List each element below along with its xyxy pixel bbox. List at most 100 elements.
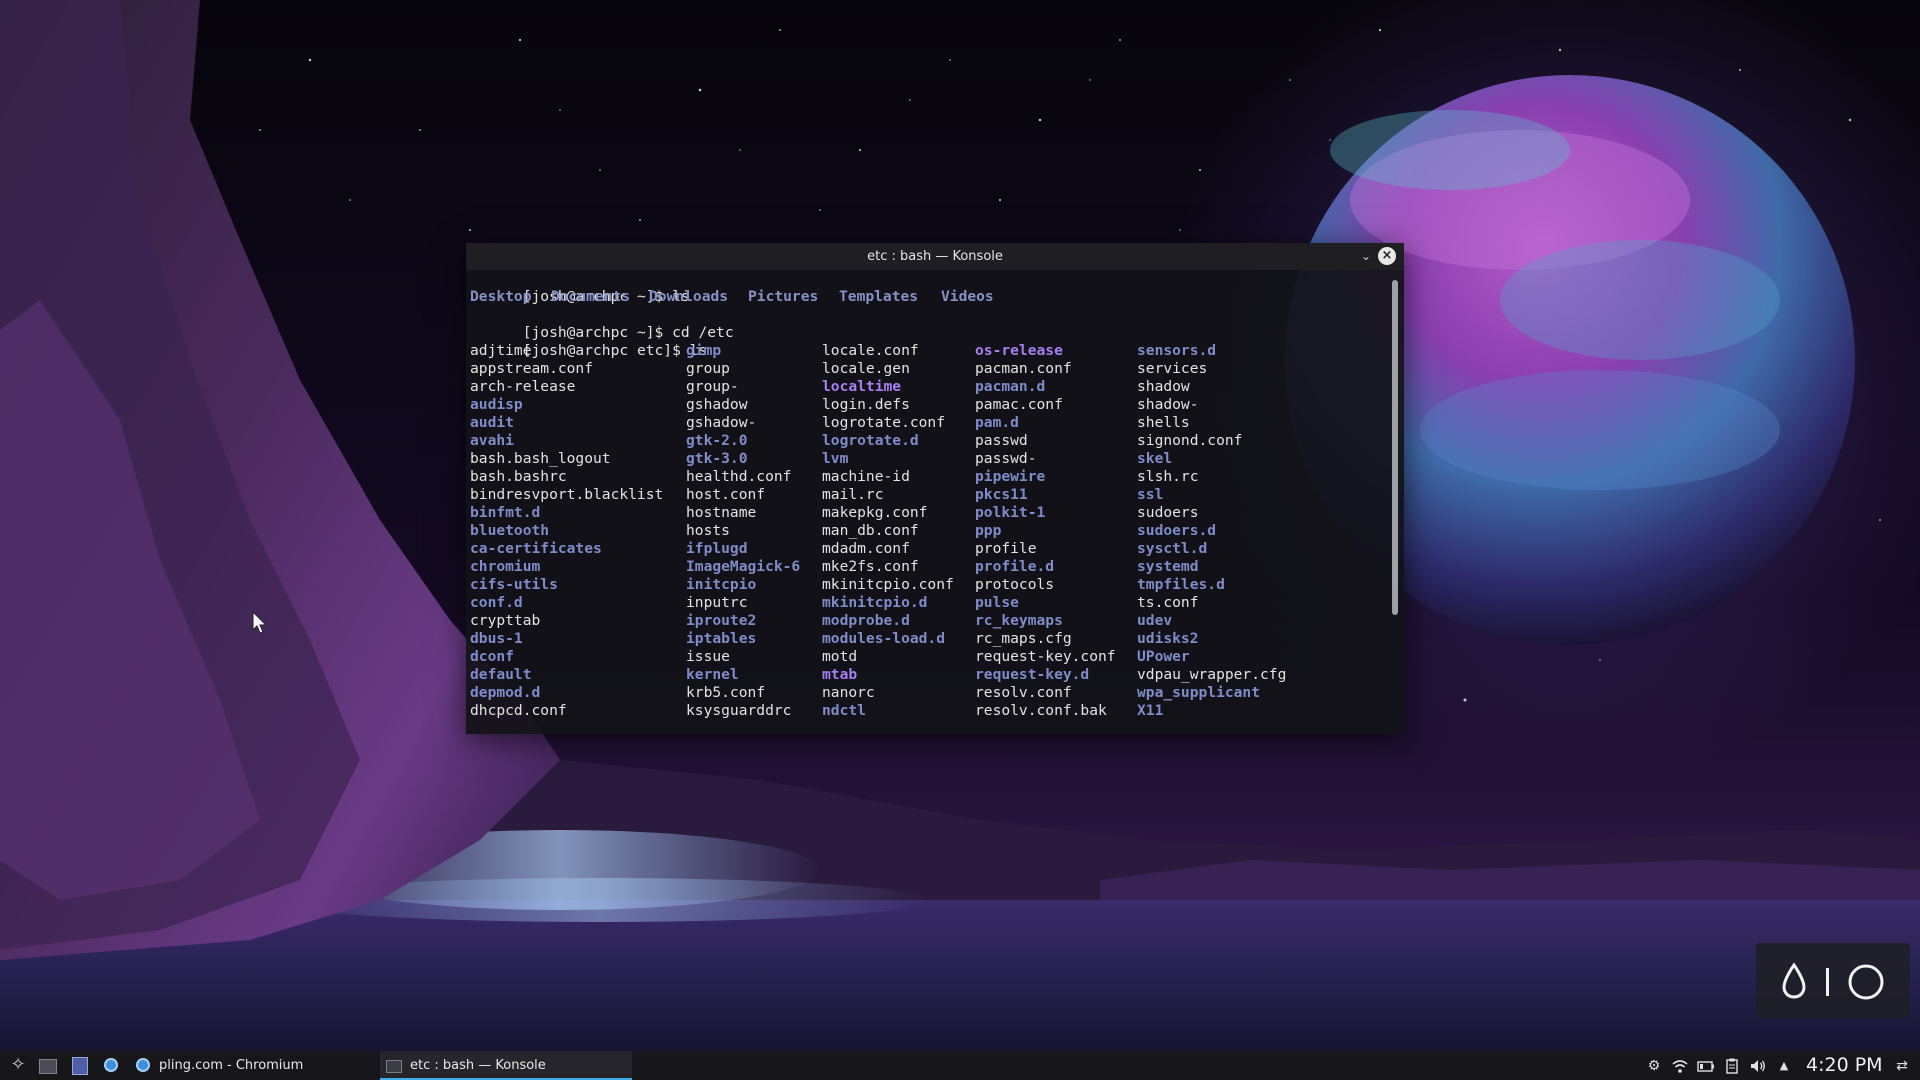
terminal-line: [josh@archpc ~]$ cd /etc bbox=[470, 306, 734, 341]
chevron-down-icon[interactable]: ⌄ bbox=[1358, 248, 1374, 264]
ls-file-entry: passwd bbox=[975, 432, 1028, 449]
ls-file-entry: healthd.conf bbox=[686, 468, 792, 485]
ls-dir-entry: X11 bbox=[1137, 702, 1164, 719]
ls-file-entry: services bbox=[1137, 360, 1208, 377]
ls-file-entry: adjtime bbox=[470, 342, 532, 359]
scrollbar-thumb[interactable] bbox=[1392, 280, 1398, 615]
ls-dir-entry: gimp bbox=[686, 342, 722, 359]
terminal-output[interactable]: [josh@archpc ~]$ ls Desktop Documents Down… bbox=[470, 270, 1388, 730]
ls-file-entry: appstream.conf bbox=[470, 360, 594, 377]
ls-file-entry: ts.conf bbox=[1137, 594, 1199, 611]
ls-dir-entry: gtk-3.0 bbox=[686, 450, 748, 467]
ls-file-entry: shadow bbox=[1137, 378, 1190, 395]
window-title: etc : bash — Konsole bbox=[867, 249, 1003, 264]
ls-dir-entry: ImageMagick-6 bbox=[686, 558, 801, 575]
application-launcher[interactable]: ✧ bbox=[4, 1051, 30, 1080]
window-titlebar[interactable]: etc : bash — Konsole ⌄ × bbox=[466, 243, 1404, 270]
ls-link-entry: localtime bbox=[822, 378, 902, 395]
ls-dir-entry: skel bbox=[1137, 450, 1173, 467]
terminal-icon bbox=[39, 1059, 57, 1074]
ls-dir-entry: conf.d bbox=[470, 594, 523, 611]
ls-file-entry: group bbox=[686, 360, 730, 377]
ls-file-entry: resolv.conf bbox=[975, 684, 1072, 701]
ls-file-entry: machine-id bbox=[822, 468, 910, 485]
ls-file-entry: request-key.conf bbox=[975, 648, 1116, 665]
ls-dir-entry: logrotate.d bbox=[822, 432, 919, 449]
ls-file-entry: hostname bbox=[686, 504, 757, 521]
ls-file-entry: mail.rc bbox=[822, 486, 884, 503]
kde-launcher-icon: ✧ bbox=[10, 1054, 26, 1075]
clipboard-icon[interactable] bbox=[1723, 1057, 1741, 1075]
ls-file-entry: gshadow bbox=[686, 396, 748, 413]
quicklaunch-terminal[interactable] bbox=[34, 1051, 60, 1080]
task-label: etc : bash — Konsole bbox=[410, 1058, 546, 1073]
quicklaunch-file-manager[interactable] bbox=[66, 1051, 92, 1080]
ls-file-entry: man_db.conf bbox=[822, 522, 919, 539]
ls-dir-entry: modprobe.d bbox=[822, 612, 910, 629]
ls-file-entry: mke2fs.conf bbox=[822, 558, 919, 575]
ls-file-entry: resolv.conf.bak bbox=[975, 702, 1107, 719]
ls-file-entry: bindresvport.blacklist bbox=[470, 486, 664, 503]
close-icon[interactable]: × bbox=[1378, 247, 1396, 265]
ls-dir-entry: binfmt.d bbox=[470, 504, 541, 521]
ls-file-entry: bash.bashrc bbox=[470, 468, 567, 485]
ls-dir-entry: pipewire bbox=[975, 468, 1046, 485]
ls-file-entry: locale.conf bbox=[822, 342, 919, 359]
ls-dir-entry: dconf bbox=[470, 648, 514, 665]
settings-icon[interactable]: ⚙ bbox=[1645, 1057, 1663, 1075]
ls-file-entry: host.conf bbox=[686, 486, 766, 503]
task-konsole[interactable]: etc : bash — Konsole bbox=[380, 1051, 632, 1080]
ls-file-entry: signond.conf bbox=[1137, 432, 1243, 449]
ls-file-entry: crypttab bbox=[470, 612, 541, 629]
circle-icon bbox=[1848, 964, 1884, 1000]
ls-dir-entry: avahi bbox=[470, 432, 514, 449]
digital-clock[interactable]: 4:20 PM bbox=[1806, 1051, 1883, 1080]
ls-dir-entry: default bbox=[470, 666, 532, 683]
home-dir-entry: Pictures bbox=[748, 288, 819, 305]
ls-file-entry: shells bbox=[1137, 414, 1190, 431]
expand-arrow-icon[interactable]: ▲ bbox=[1775, 1057, 1793, 1075]
quicklaunch-browser[interactable] bbox=[98, 1051, 124, 1080]
battery-icon[interactable] bbox=[1697, 1057, 1715, 1075]
terminal-line: [josh@archpc ~]$ ls bbox=[470, 270, 690, 305]
ls-file-entry: protocols bbox=[975, 576, 1055, 593]
ls-link-entry: os-release bbox=[975, 342, 1063, 359]
konsole-window[interactable]: etc : bash — Konsole ⌄ × [josh@archpc ~]… bbox=[466, 243, 1404, 734]
ls-dir-entry: sudoers.d bbox=[1137, 522, 1217, 539]
file-manager-icon bbox=[72, 1057, 88, 1075]
ls-dir-entry: initcpio bbox=[686, 576, 757, 593]
volume-icon[interactable] bbox=[1749, 1057, 1767, 1075]
ls-file-entry: makepkg.conf bbox=[822, 504, 928, 521]
desktop-widget[interactable] bbox=[1756, 943, 1910, 1018]
ls-file-entry: pacman.conf bbox=[975, 360, 1072, 377]
ls-dir-entry: mkinitcpio.d bbox=[822, 594, 928, 611]
ls-dir-entry: depmod.d bbox=[470, 684, 541, 701]
ls-file-entry: arch-release bbox=[470, 378, 576, 395]
ls-file-entry: rc_maps.cfg bbox=[975, 630, 1072, 647]
ls-dir-entry: ssl bbox=[1137, 486, 1164, 503]
wifi-icon[interactable] bbox=[1671, 1057, 1689, 1075]
drop-icon bbox=[1782, 962, 1806, 999]
ls-dir-entry: iproute2 bbox=[686, 612, 757, 629]
home-dir-entry: Desktop bbox=[470, 288, 532, 305]
panel-menu-icon[interactable]: ⇄ bbox=[1893, 1057, 1911, 1075]
ls-dir-entry: ppp bbox=[975, 522, 1002, 539]
terminal-scrollbar[interactable] bbox=[1392, 280, 1398, 615]
ls-file-entry: bash.bash_logout bbox=[470, 450, 611, 467]
ls-file-entry: nanorc bbox=[822, 684, 875, 701]
ls-file-entry: gshadow- bbox=[686, 414, 757, 431]
chromium-icon bbox=[136, 1058, 150, 1072]
ls-dir-entry: chromium bbox=[470, 558, 541, 575]
ls-dir-entry: pacman.d bbox=[975, 378, 1046, 395]
ls-file-entry: logrotate.conf bbox=[822, 414, 946, 431]
ls-file-entry: profile bbox=[975, 540, 1037, 557]
ls-dir-entry: gtk-2.0 bbox=[686, 432, 748, 449]
ls-dir-entry: profile.d bbox=[975, 558, 1055, 575]
ls-dir-entry: iptables bbox=[686, 630, 757, 647]
ls-dir-entry: pkcs11 bbox=[975, 486, 1028, 503]
task-label: pling.com - Chromium bbox=[159, 1058, 304, 1073]
task-chromium[interactable]: pling.com - Chromium bbox=[130, 1051, 376, 1080]
ls-dir-entry: request-key.d bbox=[975, 666, 1090, 683]
ls-dir-entry: tmpfiles.d bbox=[1137, 576, 1225, 593]
ls-dir-entry: sysctl.d bbox=[1137, 540, 1208, 557]
